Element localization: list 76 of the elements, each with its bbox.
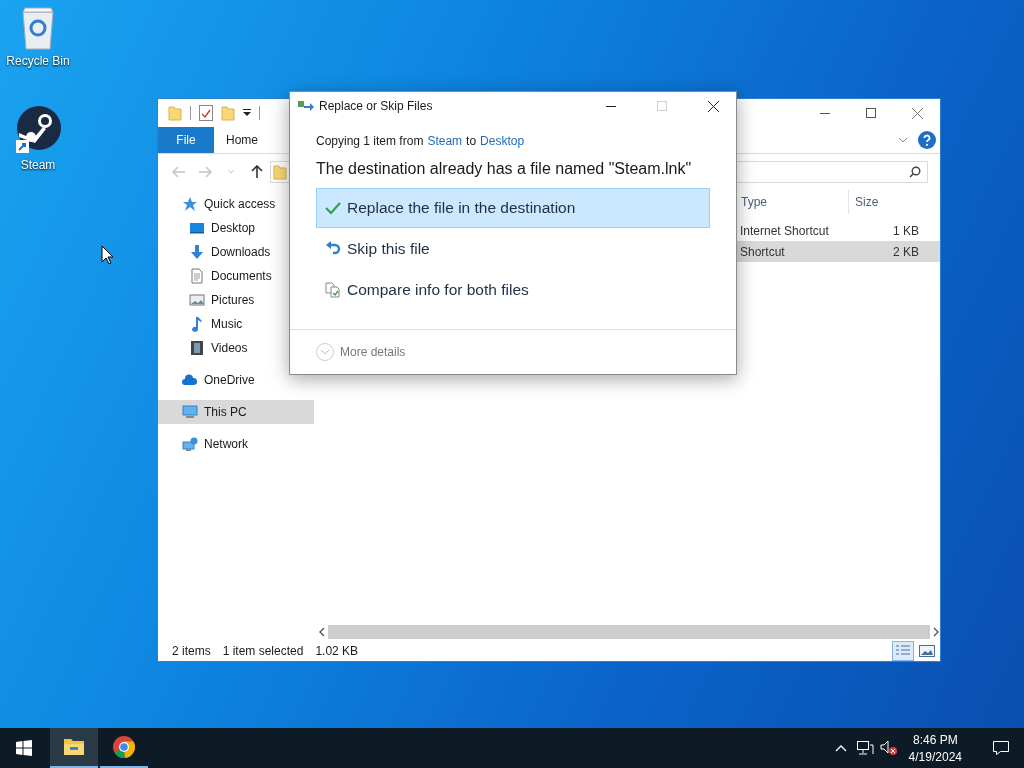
maximize-icon (866, 108, 876, 118)
nav-item[interactable]: Downloads (158, 240, 314, 264)
cloud-icon (182, 372, 198, 388)
chevron-down-icon[interactable] (898, 137, 908, 143)
close-icon (707, 100, 719, 112)
dialog-heading: The destination already has a file named "Steam.lnk" (316, 159, 693, 179)
more-details-button[interactable]: More details (316, 343, 406, 361)
large-icons-view-icon (919, 644, 935, 657)
network-icon (855, 740, 874, 756)
minimize-icon (606, 105, 616, 107)
dialog-option[interactable]: Replace the file in the destination (316, 188, 710, 228)
scroll-right-icon[interactable] (932, 627, 940, 637)
source-link[interactable]: Steam (427, 134, 463, 148)
selection-size: 1.02 KB (315, 643, 359, 658)
nav-item[interactable]: This PC (158, 400, 314, 424)
folder-icon (273, 164, 287, 180)
back-arrow-icon (172, 166, 186, 178)
document-icon (189, 268, 205, 284)
nav-item[interactable]: Music (158, 312, 314, 336)
network-icon (182, 436, 198, 452)
maximize-icon (657, 101, 667, 111)
speech-bubble-icon (992, 740, 1010, 756)
search-field[interactable] (735, 161, 928, 183)
taskbar-app[interactable] (50, 728, 98, 768)
copy-info-text: to (466, 134, 477, 148)
app-shortcut-icon (14, 106, 62, 154)
clock[interactable]: 8:46 PM 4/19/2024 (900, 732, 970, 764)
properties-icon (199, 105, 213, 121)
star-icon (182, 196, 198, 212)
help-icon[interactable] (918, 131, 936, 149)
chevron-circle-icon (316, 343, 334, 361)
compare-files-icon (325, 282, 341, 298)
muted-speaker-icon (879, 740, 898, 756)
nav-item[interactable]: OneDrive (158, 368, 314, 392)
column-header[interactable]: Size (848, 190, 923, 214)
nav-item[interactable]: Pictures (158, 288, 314, 312)
copy-info-text: Copying 1 item from (316, 134, 424, 148)
dialog-option[interactable]: Skip this file (316, 229, 710, 269)
horizontal-scrollbar[interactable] (318, 624, 940, 640)
selection-count: 1 item selected (222, 643, 304, 658)
file-transfer-icon (298, 100, 314, 112)
up-arrow-icon (251, 165, 263, 179)
ribbon-tab[interactable]: File (158, 127, 214, 153)
down-arrow-icon (189, 244, 205, 260)
search-icon (909, 166, 921, 178)
scroll-left-icon[interactable] (318, 627, 326, 637)
computer-icon (182, 404, 198, 420)
item-count: 2 items (172, 643, 211, 658)
monitor-icon (189, 220, 205, 236)
forward-arrow-icon (198, 166, 212, 178)
folder-icon (221, 105, 235, 121)
dialog-title: Replace or Skip Files (319, 99, 434, 113)
nav-item[interactable]: Quick access (158, 192, 314, 216)
mouse-cursor-icon (101, 245, 114, 265)
check-icon (325, 201, 341, 215)
nav-item[interactable]: Documents (158, 264, 314, 288)
undo-arrow-icon (325, 241, 341, 257)
destination-link[interactable]: Desktop (480, 134, 525, 148)
folder-icon (63, 738, 85, 756)
browser-icon (112, 735, 136, 759)
nav-item[interactable]: Desktop (158, 216, 314, 240)
picture-icon (189, 292, 205, 308)
close-icon (911, 107, 923, 119)
folder-icon (168, 105, 182, 121)
dropdown-icon (243, 109, 251, 117)
chevron-up-icon (834, 744, 847, 752)
minimize-icon (820, 112, 830, 114)
film-icon (189, 340, 205, 356)
recycle-bin-icon (20, 6, 56, 50)
ribbon-tab[interactable]: Home (214, 127, 270, 153)
nav-item[interactable]: Network (158, 432, 314, 456)
music-note-icon (189, 316, 205, 332)
details-view-icon (895, 643, 911, 658)
start-icon (16, 740, 32, 756)
chevron-down-icon (227, 169, 235, 175)
dialog-option[interactable]: Compare info for both files (316, 270, 710, 310)
